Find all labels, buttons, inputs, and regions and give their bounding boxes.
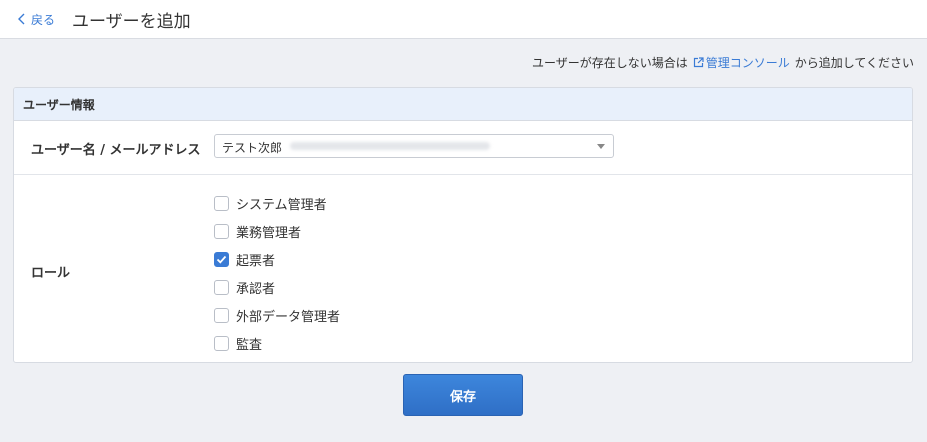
user-select-value: テスト次郎 (222, 141, 283, 155)
redacted-email (290, 142, 491, 150)
console-hint: ユーザーが存在しない場合は 管理コンソール から追加してください (532, 54, 914, 71)
checkbox[interactable] (214, 195, 229, 211)
external-link-icon (693, 57, 704, 68)
hint-prefix: ユーザーが存在しない場合は (531, 56, 688, 70)
page-title: ユーザーを追加 (72, 12, 191, 32)
role-option-approver[interactable]: 承認者 (214, 273, 340, 301)
role-option-external-data-admin[interactable]: 外部データ管理者 (214, 301, 340, 329)
role-option-drafter[interactable]: 起票者 (214, 245, 340, 273)
role-option-business-admin[interactable]: 業務管理者 (214, 217, 340, 245)
role-option-label: 業務管理者 (236, 225, 302, 241)
role-option-label: 起票者 (236, 253, 276, 269)
role-option-audit[interactable]: 監査 (214, 329, 340, 357)
panel-title: ユーザー情報 (14, 88, 912, 121)
role-checkbox-list: システム管理者 業務管理者 起票者 承認者 外部データ管理者 監査 (214, 189, 340, 357)
user-select[interactable]: テスト次郎 (214, 134, 614, 158)
role-option-label: 外部データ管理者 (236, 309, 341, 325)
role-label: ロール (31, 266, 71, 281)
top-bar: 戻る ユーザーを追加 (0, 0, 927, 39)
checkbox[interactable] (214, 307, 229, 323)
role-option-label: 承認者 (236, 281, 276, 297)
check-icon (216, 255, 227, 264)
role-option-label: システム管理者 (236, 197, 327, 213)
admin-console-link[interactable]: 管理コンソール (706, 54, 790, 71)
checkbox[interactable] (214, 335, 229, 351)
dropdown-caret-icon (597, 144, 605, 149)
back-label: 戻る (31, 12, 56, 27)
role-option-label: 監査 (236, 337, 263, 353)
checkbox[interactable] (214, 279, 229, 295)
save-button[interactable]: 保存 (403, 374, 523, 416)
hint-suffix: から追加してください (794, 56, 914, 70)
user-field-row: ユーザー名 / メールアドレス テスト次郎 (14, 121, 912, 175)
chevron-left-icon (18, 13, 25, 25)
user-info-panel: ユーザー情報 ユーザー名 / メールアドレス テスト次郎 ロール システム管理者… (13, 87, 913, 363)
user-field-label: ユーザー名 / メールアドレス (31, 143, 201, 158)
role-option-system-admin[interactable]: システム管理者 (214, 189, 340, 217)
checkbox[interactable] (214, 223, 229, 239)
checkbox-checked[interactable] (214, 251, 229, 267)
role-row: ロール システム管理者 業務管理者 起票者 承認者 外部データ管理者 監査 (14, 176, 912, 362)
back-link[interactable]: 戻る (16, 10, 55, 28)
